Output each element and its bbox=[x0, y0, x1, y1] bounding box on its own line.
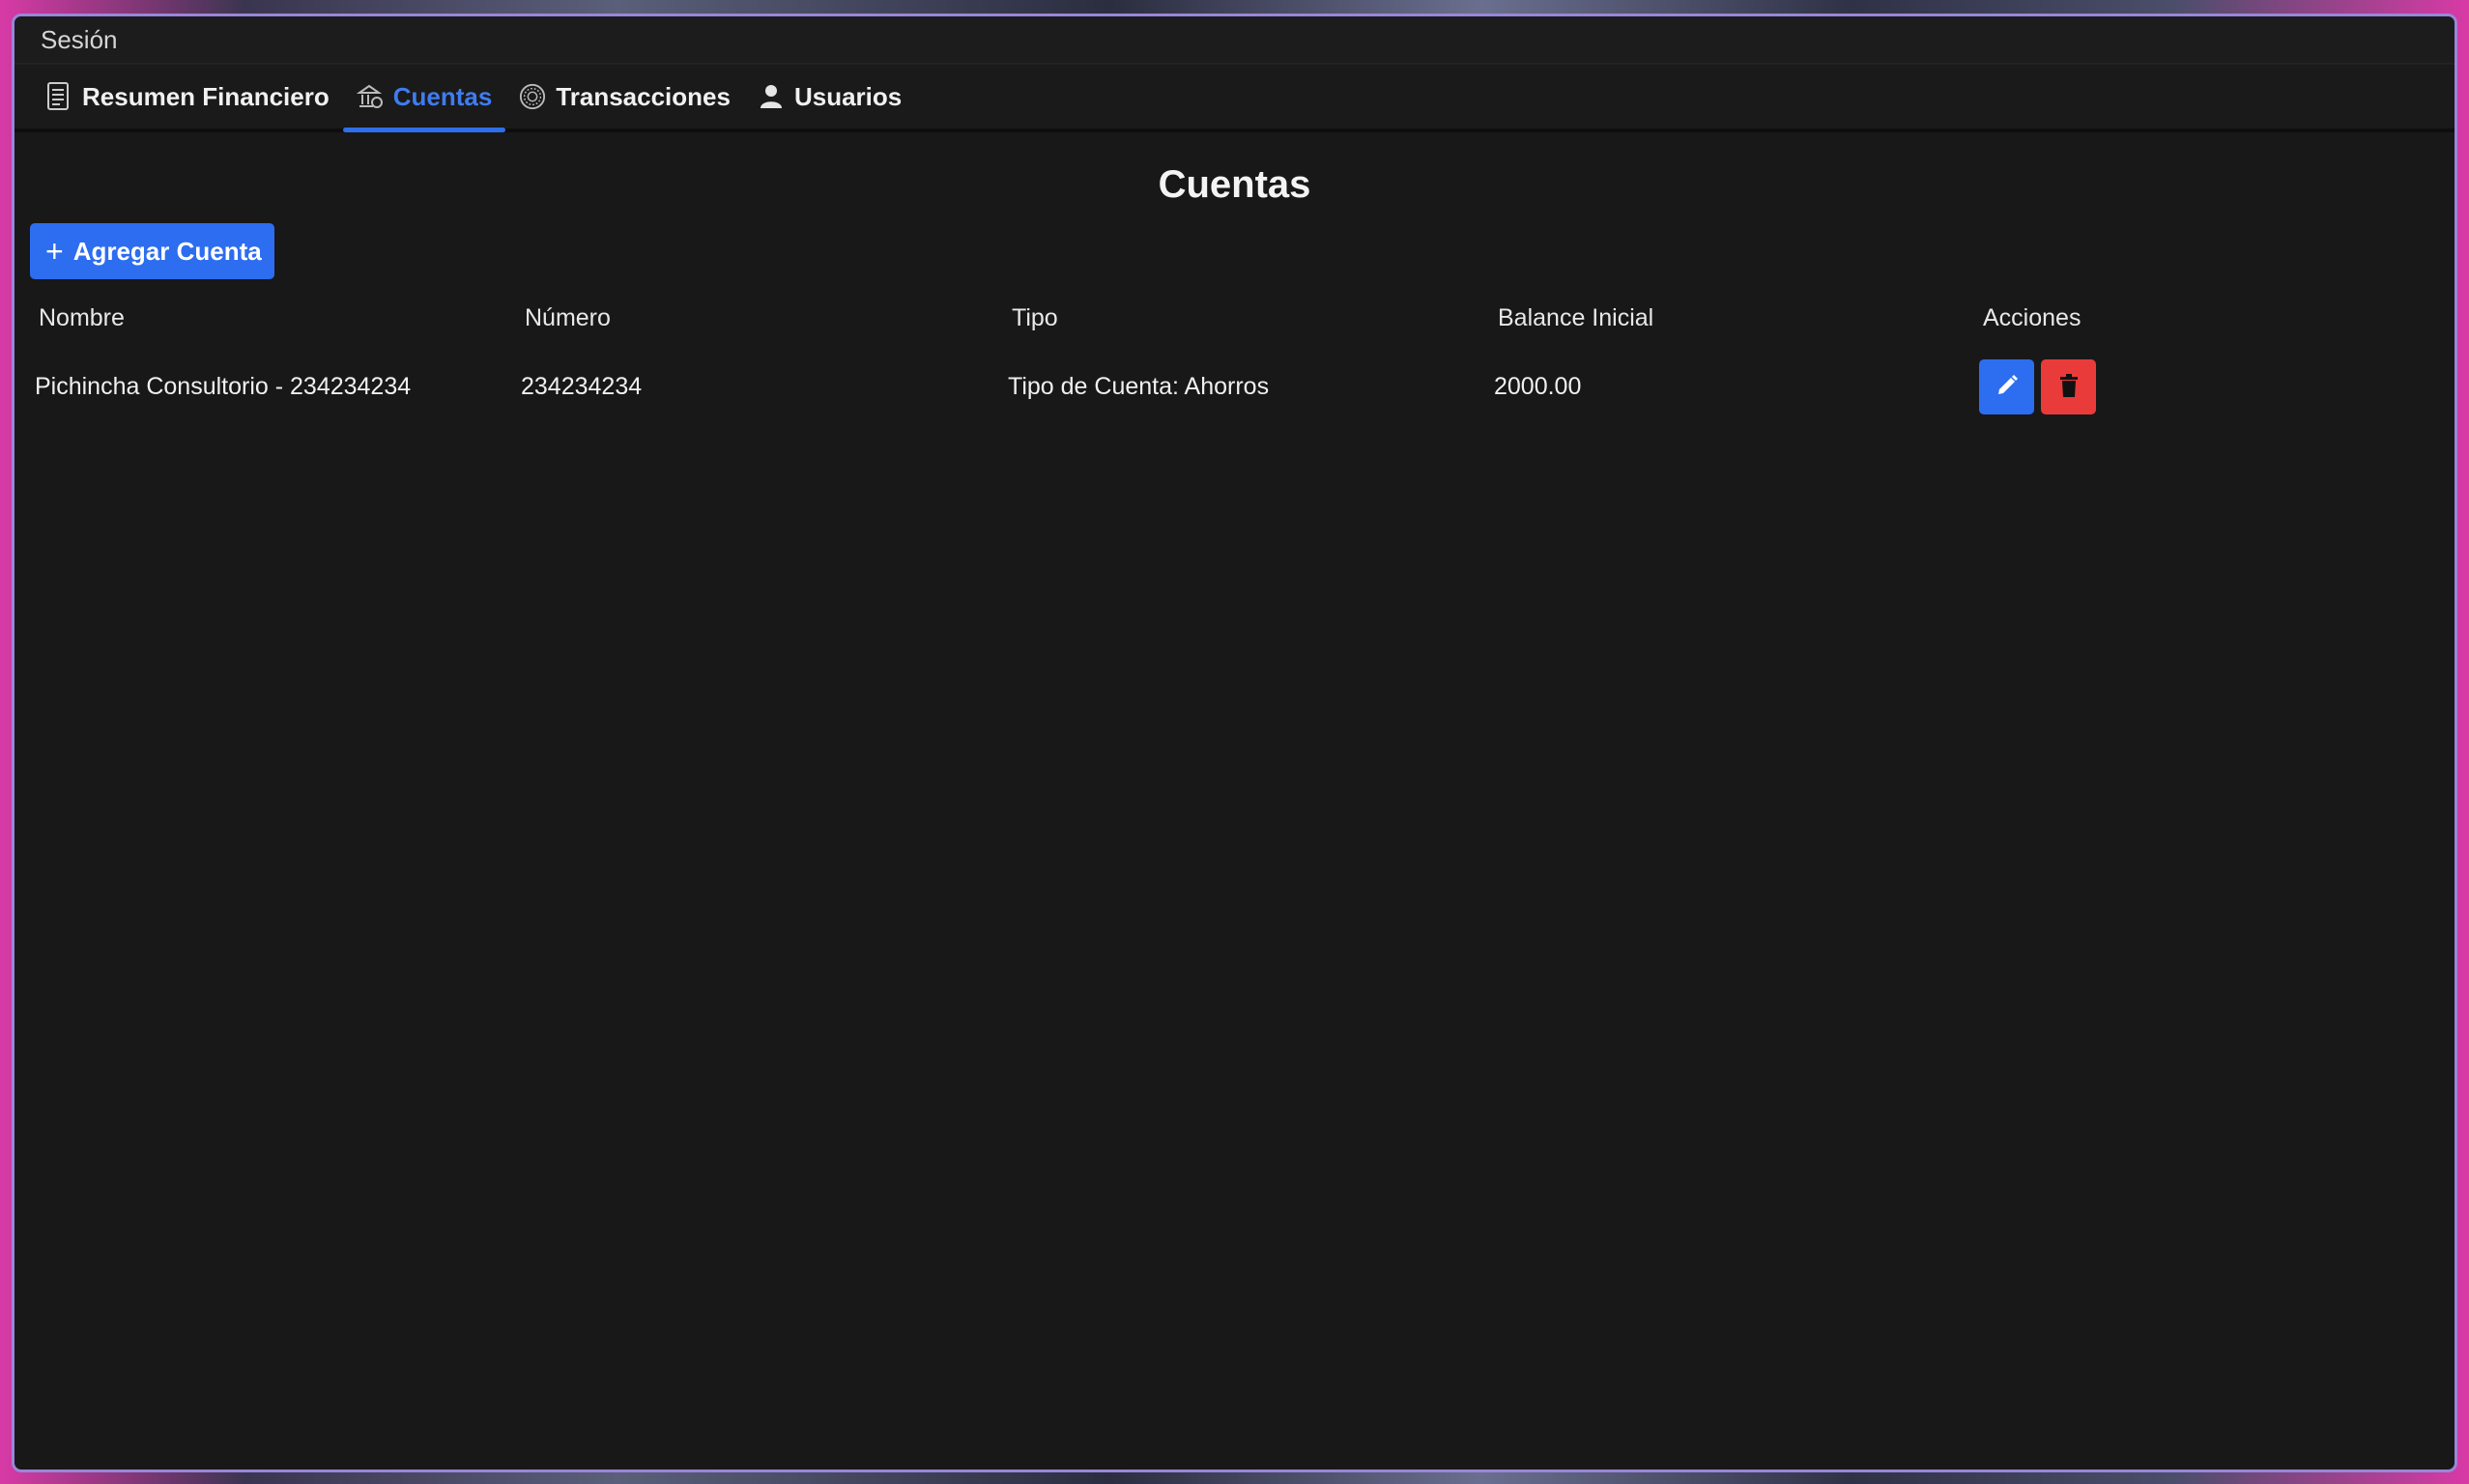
add-account-label: Agregar Cuenta bbox=[72, 236, 262, 266]
tab-label: Usuarios bbox=[793, 81, 903, 111]
row-actions bbox=[1979, 358, 2455, 414]
accounts-table: Nombre Número Tipo Balance Inicial Accio… bbox=[29, 287, 2455, 424]
header-balance: Balance Inicial bbox=[1498, 303, 1654, 331]
cell-balance: 2000.00 bbox=[1494, 372, 1582, 400]
header-tipo: Tipo bbox=[1012, 303, 1058, 331]
table-header-row: Nombre Número Tipo Balance Inicial Accio… bbox=[29, 287, 2455, 349]
menu-bar: Sesión bbox=[14, 16, 2455, 65]
header-acciones: Acciones bbox=[1983, 303, 2081, 331]
table-row: Pichincha Consultorio - 234234234 234234… bbox=[29, 349, 2455, 424]
edit-button[interactable] bbox=[1979, 358, 2034, 414]
tab-resumen-financiero[interactable]: Resumen Financiero bbox=[32, 65, 343, 128]
document-list-icon bbox=[45, 82, 72, 110]
plus-icon: + bbox=[45, 234, 64, 269]
app-window: Sesión Resumen Financiero Cuentas Transa… bbox=[12, 14, 2457, 1472]
tab-usuarios[interactable]: Usuarios bbox=[744, 65, 915, 128]
cell-nombre: Pichincha Consultorio - 234234234 bbox=[35, 372, 412, 400]
bank-icon bbox=[356, 83, 384, 110]
page-title: Cuentas bbox=[1158, 163, 1311, 206]
tab-label: Transacciones bbox=[556, 81, 731, 111]
header-numero: Número bbox=[525, 303, 611, 331]
delete-button[interactable] bbox=[2041, 358, 2096, 414]
coin-icon bbox=[519, 83, 546, 110]
cell-numero: 234234234 bbox=[521, 372, 643, 400]
cell-acciones bbox=[1973, 349, 2455, 424]
tab-label: Resumen Financiero bbox=[82, 81, 330, 111]
trash-icon bbox=[2058, 373, 2080, 401]
tab-label: Cuentas bbox=[392, 81, 493, 111]
cell-tipo: Tipo de Cuenta: Ahorros bbox=[1008, 372, 1270, 400]
user-icon bbox=[758, 83, 785, 110]
tab-bar: Resumen Financiero Cuentas Transacciones… bbox=[14, 65, 2455, 132]
tab-transacciones[interactable]: Transacciones bbox=[505, 65, 744, 128]
header-nombre: Nombre bbox=[39, 303, 125, 331]
main-content: Cuentas + Agregar Cuenta Nombre Número T… bbox=[14, 132, 2455, 414]
add-account-button[interactable]: + Agregar Cuenta bbox=[30, 223, 274, 279]
pencil-icon bbox=[1995, 373, 2020, 401]
tab-cuentas[interactable]: Cuentas bbox=[342, 65, 506, 132]
menu-item-session[interactable]: Sesión bbox=[41, 25, 118, 55]
